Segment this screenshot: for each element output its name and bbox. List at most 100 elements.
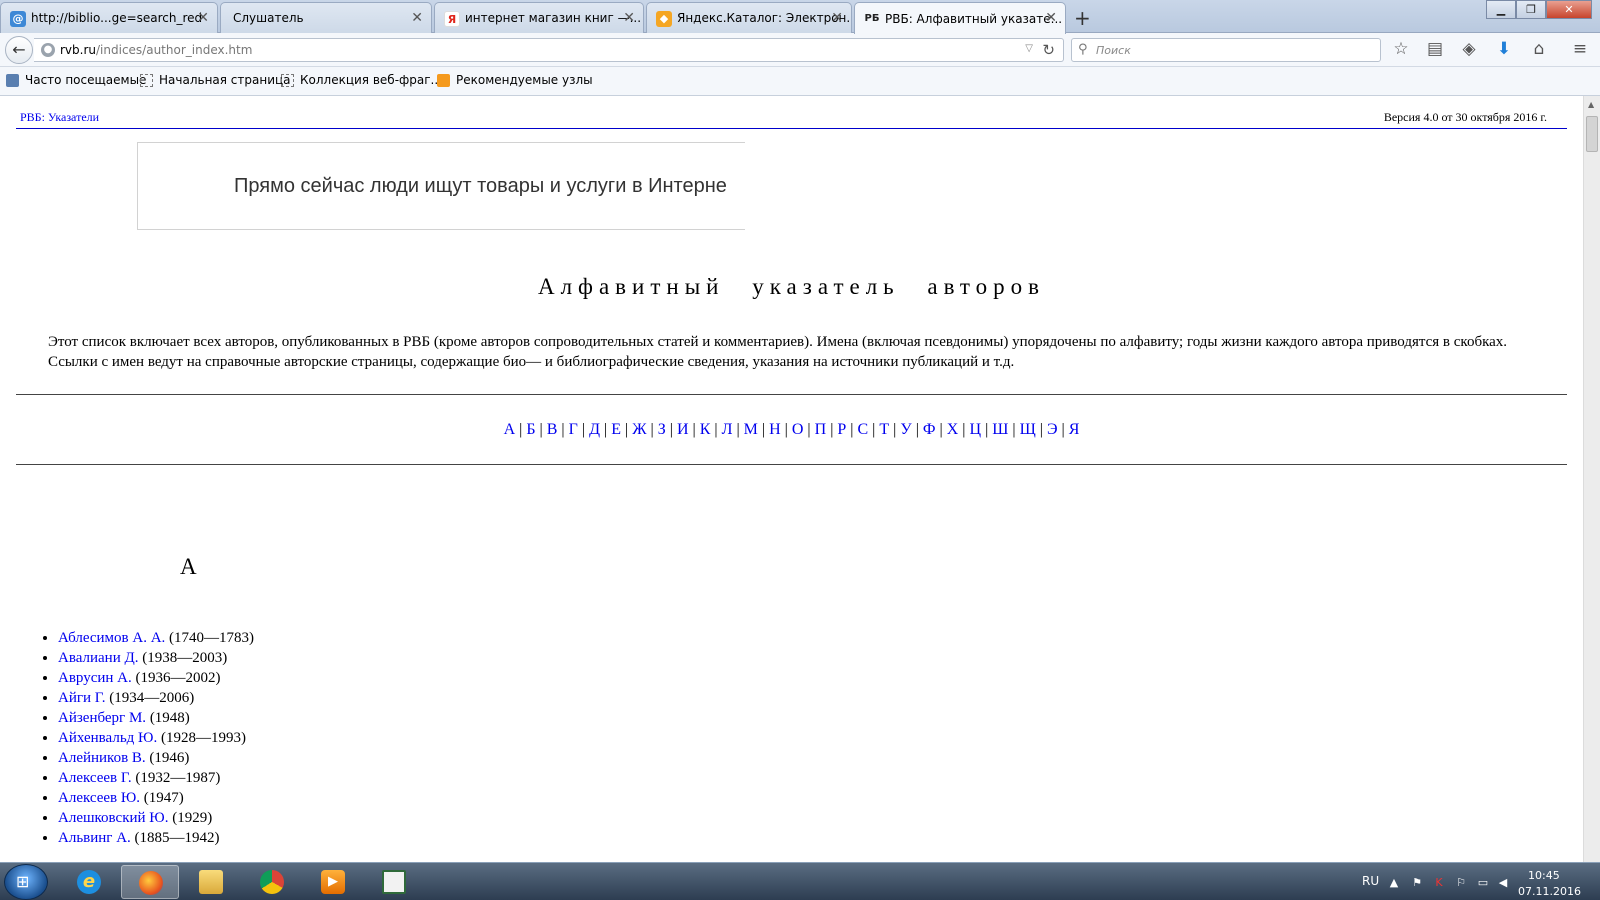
author-link[interactable]: Айхенвальд Ю. bbox=[58, 730, 157, 746]
author-years: (1938—2003) bbox=[142, 650, 228, 666]
window-close-icon[interactable]: ✕ bbox=[1546, 0, 1592, 19]
alphabet-link[interactable]: Е bbox=[611, 421, 621, 438]
author-link[interactable]: Авалиани Д. bbox=[58, 650, 138, 666]
file-explorer-icon[interactable] bbox=[182, 865, 240, 899]
alphabet-link[interactable]: С bbox=[858, 421, 869, 438]
alphabet-link[interactable]: Х bbox=[947, 421, 959, 438]
author-link[interactable]: Аврусин А. bbox=[58, 670, 132, 686]
chrome-icon[interactable] bbox=[243, 865, 301, 899]
page-content: РВБ: Указатели Версия 4.0 от 30 октября … bbox=[0, 96, 1583, 862]
separator: | bbox=[868, 421, 880, 438]
pocket-icon[interactable]: ◈ bbox=[1457, 39, 1481, 61]
url-bar[interactable]: ● rvb.ru/indices/author_index.htm ▽ ↻ bbox=[34, 38, 1064, 62]
alphabet-link[interactable]: М bbox=[744, 421, 758, 438]
alphabet-link[interactable]: Ц bbox=[970, 421, 982, 438]
author-link[interactable]: Альвинг А. bbox=[58, 830, 131, 846]
scroll-thumb[interactable] bbox=[1586, 116, 1598, 152]
bookmarks-list-icon[interactable]: ▤ bbox=[1423, 39, 1447, 61]
bookmark-star-icon[interactable]: ☆ bbox=[1389, 39, 1413, 61]
alphabet-link[interactable]: У bbox=[900, 421, 911, 438]
alphabet-link[interactable]: Я bbox=[1069, 421, 1080, 438]
alphabet-link[interactable]: Ф bbox=[923, 421, 936, 438]
back-button[interactable]: ← bbox=[5, 36, 33, 64]
author-years: (1947) bbox=[143, 790, 184, 806]
author-link[interactable]: Алексеев Г. bbox=[58, 770, 132, 786]
alphabet-link[interactable]: П bbox=[815, 421, 827, 438]
alphabet-link[interactable]: З bbox=[658, 421, 666, 438]
history-dropdown-icon[interactable]: ▽ bbox=[1025, 43, 1033, 54]
author-list-item: Айги Г. (1934—2006) bbox=[58, 688, 254, 708]
separator: | bbox=[665, 421, 677, 438]
antivirus-icon[interactable]: K bbox=[1432, 876, 1446, 889]
alphabet-link[interactable]: А bbox=[504, 421, 516, 438]
alphabet-link[interactable]: В bbox=[547, 421, 558, 438]
alphabet-link[interactable]: Д bbox=[589, 421, 600, 438]
clock-time[interactable]: 10:45 bbox=[1528, 869, 1560, 882]
alphabet-link[interactable]: Ш bbox=[992, 421, 1008, 438]
version-text: Версия 4.0 от 30 октября 2016 г. bbox=[1383, 110, 1547, 124]
reload-icon[interactable]: ↻ bbox=[1042, 41, 1055, 59]
close-icon[interactable]: ✕ bbox=[831, 10, 843, 26]
author-link[interactable]: Айзенберг М. bbox=[58, 710, 146, 726]
bookmark-web-slices[interactable]: Коллекция веб-фраг... bbox=[281, 73, 442, 87]
alphabet-link[interactable]: Ж bbox=[632, 421, 646, 438]
bookmark-home-page[interactable]: Начальная страница bbox=[140, 73, 291, 87]
minimize-icon[interactable]: ▁ bbox=[1486, 0, 1516, 19]
author-years: (1934—2006) bbox=[109, 690, 195, 706]
restore-icon[interactable]: ❐ bbox=[1516, 0, 1546, 19]
vertical-scrollbar[interactable]: ▲ bbox=[1583, 96, 1600, 862]
tab-biblio[interactable]: @ http://biblio...ge=search_red ✕ bbox=[0, 2, 218, 33]
indexes-link[interactable]: РВБ: Указатели bbox=[20, 110, 99, 125]
alphabet-link[interactable]: Г bbox=[569, 421, 578, 438]
tray-expand-icon[interactable]: ▲ bbox=[1387, 876, 1401, 889]
alphabet-link[interactable]: Б bbox=[526, 421, 535, 438]
author-link[interactable]: Алешковский Ю. bbox=[58, 810, 168, 826]
alphabet-link[interactable]: Т bbox=[879, 421, 889, 438]
internet-explorer-icon[interactable]: e bbox=[60, 865, 118, 899]
author-list-item: Алешковский Ю. (1929) bbox=[58, 808, 254, 828]
close-icon[interactable]: ✕ bbox=[1045, 10, 1057, 26]
author-link[interactable]: Аблесимов А. А. bbox=[58, 630, 165, 646]
download-icon[interactable]: ⬇ bbox=[1492, 39, 1516, 61]
scroll-up-icon[interactable]: ▲ bbox=[1588, 100, 1594, 109]
alphabet-link[interactable]: Э bbox=[1047, 421, 1058, 438]
alphabet-link[interactable]: К bbox=[700, 421, 711, 438]
ad-banner[interactable]: Прямо сейчас люди ищут товары и услуги в… bbox=[137, 142, 745, 230]
clock-date[interactable]: 07.11.2016 bbox=[1518, 885, 1581, 898]
network-error-icon[interactable]: ⚑ bbox=[1410, 876, 1424, 889]
close-icon[interactable]: ✕ bbox=[197, 10, 209, 26]
alphabet-link[interactable]: О bbox=[792, 421, 804, 438]
home-icon[interactable]: ⌂ bbox=[1527, 39, 1551, 61]
close-icon[interactable]: ✕ bbox=[411, 10, 423, 26]
firefox-icon[interactable] bbox=[121, 865, 179, 899]
author-list-item: Аврусин А. (1936—2002) bbox=[58, 668, 254, 688]
close-icon[interactable]: ✕ bbox=[623, 10, 635, 26]
language-indicator[interactable]: RU bbox=[1362, 874, 1379, 888]
bookmark-label: Начальная страница bbox=[159, 73, 291, 87]
alphabet-link[interactable]: Н bbox=[769, 421, 781, 438]
alphabet-link[interactable]: Р bbox=[837, 421, 846, 438]
author-link[interactable]: Алейников В. bbox=[58, 750, 146, 766]
menu-icon[interactable]: ≡ bbox=[1568, 39, 1592, 61]
bookmark-most-visited[interactable]: Часто посещаемые bbox=[6, 73, 146, 87]
author-link[interactable]: Алексеев Ю. bbox=[58, 790, 140, 806]
start-button[interactable]: ⊞ bbox=[4, 864, 48, 900]
bookmark-suggested-sites[interactable]: Рекомендуемые узлы bbox=[437, 73, 593, 87]
display-icon[interactable]: ▭ bbox=[1476, 876, 1490, 889]
volume-icon[interactable]: ◀ bbox=[1496, 876, 1510, 889]
author-link[interactable]: Айги Г. bbox=[58, 690, 106, 706]
tab-book-shop[interactable]: Я интернет магазин книг —... ✕ bbox=[434, 2, 644, 33]
alphabet-link[interactable]: И bbox=[677, 421, 689, 438]
alphabet-link[interactable]: Щ bbox=[1020, 421, 1036, 438]
separator: | bbox=[710, 421, 722, 438]
tab-rvb[interactable]: РБ РВБ: Алфавитный указате... ✕ bbox=[854, 2, 1066, 34]
tab-listener[interactable]: Слушатель ✕ bbox=[220, 2, 432, 33]
media-player-icon[interactable]: ▶ bbox=[304, 865, 362, 899]
action-center-icon[interactable]: ⚐ bbox=[1454, 876, 1468, 889]
new-tab-button[interactable]: + bbox=[1074, 6, 1091, 30]
window-app-icon[interactable] bbox=[365, 865, 423, 899]
bookmark-label: Коллекция веб-фраг... bbox=[300, 73, 442, 87]
alphabet-link[interactable]: Л bbox=[722, 421, 733, 438]
search-input[interactable]: ⚲ Поиск bbox=[1071, 38, 1381, 62]
tab-yandex-catalog[interactable]: ◆ Яндекс.Каталог: Электрон... ✕ bbox=[646, 2, 852, 33]
